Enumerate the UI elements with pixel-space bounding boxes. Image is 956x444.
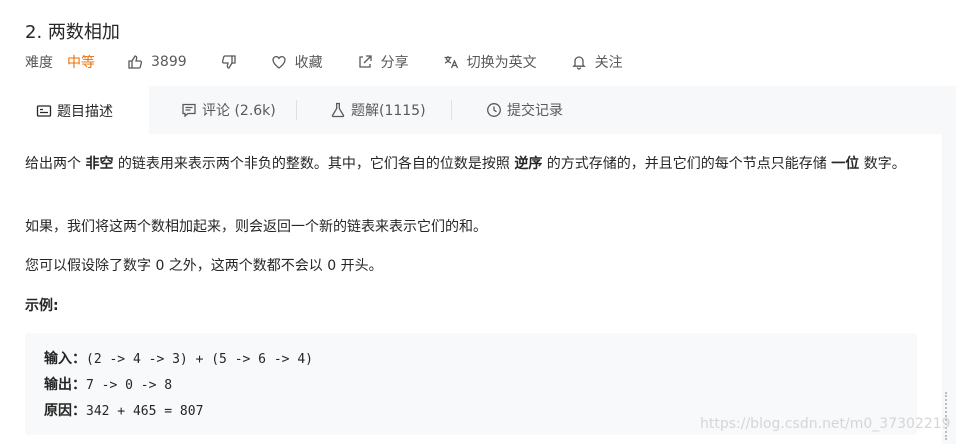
example-heading: 示例: — [25, 298, 59, 314]
tab-description[interactable]: 题目描述 — [0, 86, 149, 135]
tab-solutions-label: 题解(1115) — [351, 103, 426, 119]
difficulty-label: 难度 — [25, 55, 53, 71]
emphasis-non-empty: 非空 — [85, 156, 114, 172]
emphasis-reverse-order: 逆序 — [514, 156, 543, 172]
favorite-button[interactable]: 收藏 — [271, 52, 323, 72]
tab-divider — [451, 100, 452, 120]
input-label: 输入： — [44, 351, 86, 367]
output-label: 输出： — [44, 377, 86, 393]
reason-label: 原因： — [44, 403, 86, 419]
like-button[interactable]: 3899 — [127, 54, 187, 70]
tab-solutions[interactable]: 题解(1115) — [330, 86, 426, 134]
watermark: https://blog.csdn.net/m0_37302219 — [700, 416, 951, 432]
difficulty-value: 中等 — [67, 55, 95, 71]
example-output-line: 输出：7 -> 0 -> 8 — [44, 374, 172, 394]
description-paragraph-3: 您可以假设除了数字 0 之外，这两个数都不会以 0 开头。 — [25, 258, 383, 274]
reason-value: 342 + 465 = 807 — [86, 404, 204, 419]
tab-description-label: 题目描述 — [57, 103, 113, 120]
description-paragraph-2: 如果，我们将这两个数相加起来，则会返回一个新的链表来表示它们的和。 — [25, 219, 487, 235]
example-reason-line: 原因：342 + 465 = 807 — [44, 400, 203, 420]
share-icon — [358, 55, 372, 68]
flask-icon — [331, 102, 345, 118]
output-value: 7 -> 0 -> 8 — [86, 378, 173, 393]
problem-tabs: 题目描述 评论 (2.6k) 题解(1115) 提交记录 — [0, 86, 956, 135]
follow-label: 关注 — [594, 55, 623, 71]
translate-label: 切换为英文 — [466, 55, 537, 71]
heart-icon — [271, 55, 286, 69]
clock-icon — [487, 103, 501, 117]
tab-comments-label: 评论 (2.6k) — [202, 103, 276, 119]
description-paragraph-1: 给出两个 非空 的链表用来表示两个非负的整数。其中，它们各自的位数是按照 逆序 … — [25, 156, 906, 172]
document-icon — [36, 104, 52, 117]
tab-submissions[interactable]: 提交记录 — [486, 86, 563, 134]
follow-button[interactable]: 关注 — [571, 52, 623, 72]
tab-divider — [296, 100, 297, 120]
input-value: (2 -> 4 -> 3) + (5 -> 6 -> 4) — [86, 352, 313, 367]
share-label: 分享 — [380, 55, 409, 71]
emphasis-single-digit: 一位 — [831, 156, 860, 172]
problem-title: 2. 两数相加 — [25, 22, 120, 43]
problem-meta-bar: 难度 中等 3899 收藏 分享 切换为英文 关注 — [25, 52, 657, 72]
thumbs-down-icon — [221, 55, 236, 69]
problem-header: 2. 两数相加 难度 中等 3899 收藏 分享 切换为英文 关注 — [0, 0, 956, 87]
dislike-button[interactable] — [221, 54, 237, 70]
translate-icon — [444, 56, 458, 69]
bell-icon — [571, 56, 586, 70]
share-button[interactable]: 分享 — [357, 52, 409, 72]
comment-icon — [182, 103, 196, 118]
tab-submissions-label: 提交记录 — [507, 103, 563, 119]
example-input-line: 输入：(2 -> 4 -> 3) + (5 -> 6 -> 4) — [44, 348, 313, 368]
like-count: 3899 — [151, 54, 187, 70]
translate-button[interactable]: 切换为英文 — [443, 52, 537, 72]
favorite-label: 收藏 — [294, 55, 323, 71]
problem-description-panel: 给出两个 非空 的链表用来表示两个非负的整数。其中，它们各自的位数是按照 逆序 … — [0, 134, 942, 444]
thumbs-up-icon — [128, 55, 143, 69]
tab-comments[interactable]: 评论 (2.6k) — [181, 86, 276, 134]
